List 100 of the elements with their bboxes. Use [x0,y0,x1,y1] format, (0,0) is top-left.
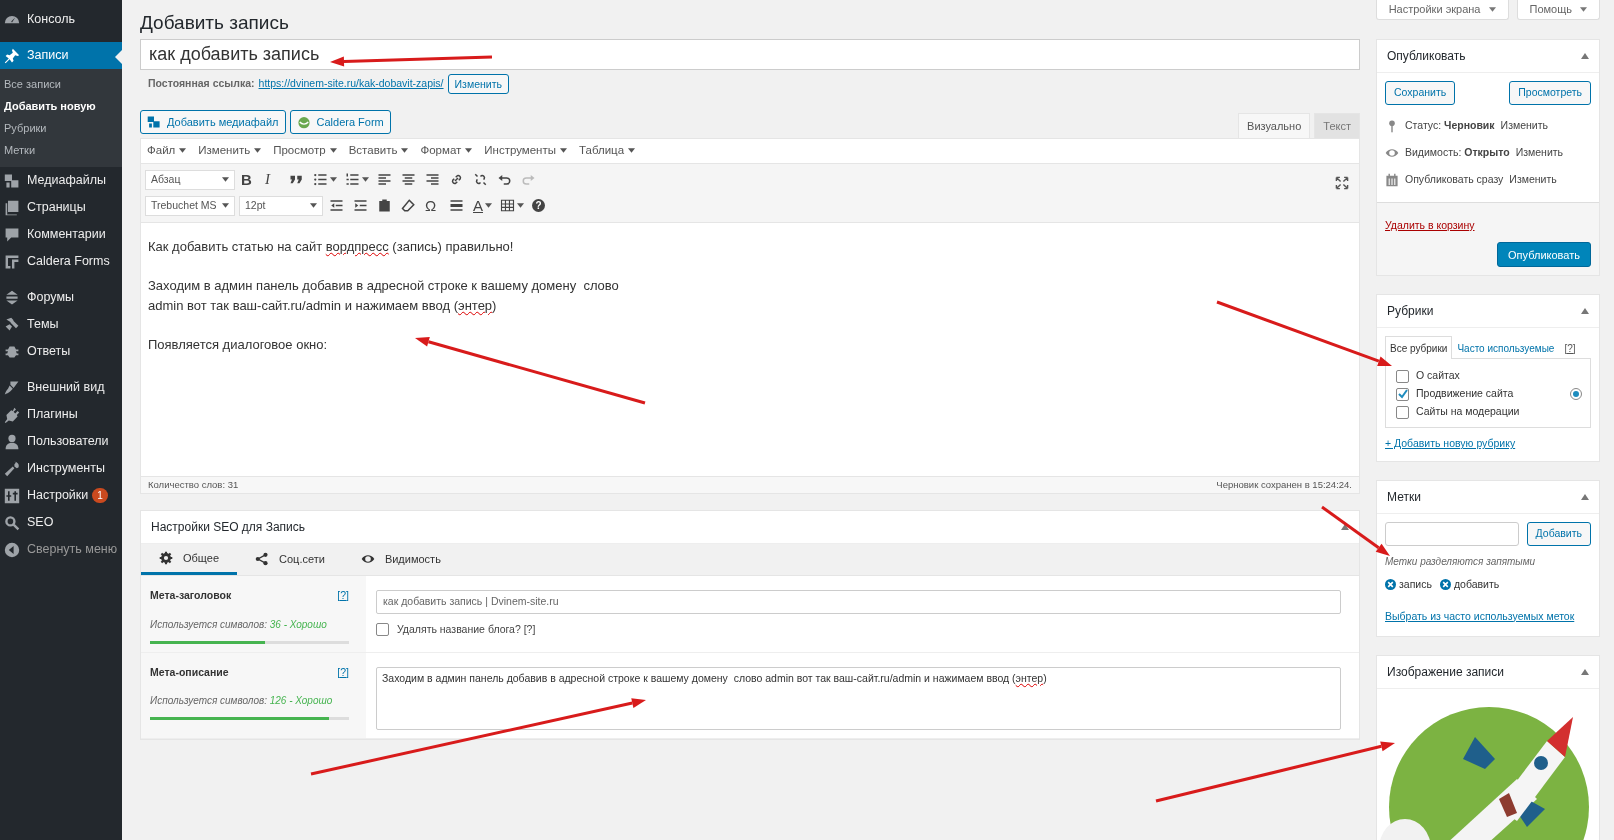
description-field[interactable]: Заходим в админ панель добавив в адресной строке к вашему домену слово admin вот так ваш-сайт.ru/admin и нажимаем ввод (энтер) [376,666,1341,730]
sidebar-item[interactable]: Медиафайлы [0,167,122,194]
editor-tab[interactable]: Визуально [1238,112,1311,138]
checkbox[interactable] [1396,369,1409,383]
brush-icon [4,379,20,396]
title-field[interactable]: как добавить запись [140,38,1360,70]
menu-item[interactable]: Изменить [198,142,262,160]
submenu-item[interactable]: Метки [0,139,122,161]
menu-item[interactable]: Просмотр [273,142,337,160]
media-button[interactable]: Добавить медиафайл [140,109,286,134]
remove-icon[interactable] [1439,579,1451,591]
category-label: Сайты на модерации [1416,404,1520,420]
menu-item[interactable]: Формат [420,142,473,160]
help-link[interactable]: [?] [337,664,349,681]
sidebar-item[interactable]: Плагины [0,401,122,428]
caret-icon [310,203,317,209]
permalink-link[interactable]: https://dvinem-site.ru/kak-dobavit-zapis/ [258,75,444,92]
save-button[interactable]: Сохранить [1385,80,1456,105]
help-link[interactable]: [?] [1559,336,1581,360]
outdent-icon [329,198,344,214]
bullet-list-icon [313,172,328,188]
sidebar-item[interactable]: Консоль [0,6,122,33]
submenu-item[interactable]: Все записи [0,73,122,95]
sidebar-item[interactable]: Инструменты [0,455,122,482]
bold-button[interactable]: B [239,168,259,191]
align-left-icon [377,172,392,188]
edit-link[interactable]: Изменить [1515,145,1564,162]
sidebar-item[interactable]: Настройки 1 [0,482,122,509]
add-category-link[interactable]: + Добавить новую рубрику [1385,436,1516,453]
editor-tab[interactable]: Текст [1314,112,1360,138]
pin-icon [4,47,20,64]
category-label: О сайтах [1416,368,1460,384]
share-icon [255,552,270,567]
remove-icon[interactable] [1385,579,1396,591]
search-icon [4,514,20,531]
collapse-arrow-icon [1581,669,1589,676]
sidebar-item[interactable]: Записи [0,42,122,69]
field-label: Мета-описание [150,664,229,680]
menu-item[interactable]: Таблица [579,142,636,160]
collapse-arrow-icon [1581,52,1589,59]
sidebar-item[interactable]: Пользователи [0,428,122,455]
media-button[interactable]: Caldera Form [289,109,391,134]
eraser-icon [401,198,416,214]
menu-item[interactable]: Вставить [348,142,409,160]
panel-title: Опубликовать [1387,47,1466,65]
caret-icon [401,148,409,154]
trash-link[interactable]: Удалить в корзину [1385,218,1475,231]
edit-button[interactable]: Изменить [447,73,509,94]
checkbox[interactable] [1396,387,1409,401]
sidebar-item[interactable]: Форумы [0,284,122,311]
category-tab[interactable]: Все рубрики [1385,336,1453,360]
menu-item[interactable]: Инструменты [484,142,567,160]
dropdown-select[interactable]: Абзац [145,169,235,190]
category-label: Продвижение сайта [1416,386,1514,402]
seo-tab[interactable]: Видимость [342,543,459,575]
text-color-button[interactable]: A [471,194,494,217]
leaf-icon [296,114,311,129]
collapse-icon [4,541,20,558]
sidebar-item[interactable]: Страницы [0,194,122,221]
checkbox[interactable] [1396,405,1409,419]
help-link[interactable]: [?] [337,587,349,604]
edit-link[interactable]: Изменить [1500,118,1548,135]
media-icon [147,114,161,129]
dropdown-button[interactable]: Настройки экрана [1375,0,1509,20]
dropdown-select[interactable]: 12pt [239,195,323,216]
submenu-item[interactable]: Добавить новую [0,95,122,117]
word-count: Количество слов: 31 [148,477,239,492]
italic-button[interactable]: I [263,168,283,191]
caret-icon [1580,7,1587,12]
usage-text: Используется символов: 36 - Хорошо [150,617,328,632]
publish-button[interactable]: Опубликовать [1497,242,1591,268]
tag-field[interactable] [1385,521,1519,546]
submenu-item[interactable]: Рубрики [0,117,122,139]
sidebar-item[interactable]: Caldera Forms [0,248,122,275]
sidebar-item[interactable]: Ответы [0,338,122,365]
dropdown-button[interactable]: Помощь [1516,0,1600,20]
checkbox[interactable] [376,623,389,637]
collapse-arrow-icon [1581,308,1589,315]
caret-icon [222,177,229,183]
sidebar-item[interactable]: Комментарии [0,221,122,248]
sidebar-item[interactable]: Внешний вид [0,374,122,401]
horizontal-line-icon [449,198,464,214]
panel-title: Метки [1387,488,1421,506]
add-button[interactable]: Добавить [1526,521,1591,546]
title-field[interactable]: как добавить запись | Dvinem-site.ru [376,589,1341,614]
check-icon [1397,389,1408,400]
checkbox-label: Удалять название блога? [?] [397,621,536,637]
category-tab[interactable]: Часто используемые [1452,336,1560,360]
special-character-button[interactable]: Ω [423,194,443,217]
preview-button[interactable]: Просмотреть [1509,80,1591,105]
seo-tab[interactable]: Соц.сети [237,543,343,575]
popular-tags-link[interactable]: Выбрать из часто используемых меток [1385,608,1575,625]
sidebar-item[interactable]: Свернуть меню [0,536,122,563]
dropdown-select[interactable]: Trebuchet MS [145,195,235,216]
menu-item[interactable]: Файл [147,142,187,160]
tag-label: добавить [1453,576,1500,592]
sidebar-item[interactable]: Темы [0,311,122,338]
edit-link[interactable]: Изменить [1509,172,1557,189]
sidebar-item[interactable]: SEO [0,509,122,536]
help-button[interactable]: ? [530,194,550,217]
